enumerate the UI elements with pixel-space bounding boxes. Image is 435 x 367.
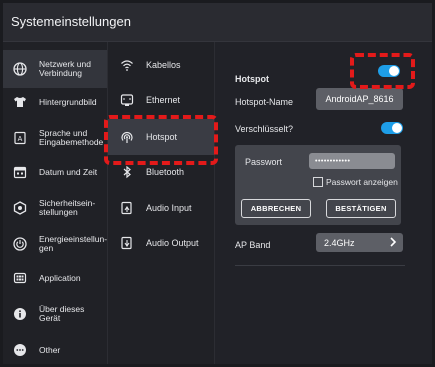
subnav-item-audio-output[interactable]: Audio Output xyxy=(108,228,214,258)
confirm-button[interactable]: BESTÄTIGEN xyxy=(326,199,396,218)
cancel-button[interactable]: ABBRECHEN xyxy=(241,199,311,218)
hotspot-name-value: AndroidAP_8616 xyxy=(325,94,394,104)
ap-band-value: 2.4GHz xyxy=(324,237,355,248)
subnav-item-label: Ethernet xyxy=(146,95,181,105)
calendar-icon xyxy=(13,165,27,179)
subnav-item-wireless[interactable]: Kabellos xyxy=(108,50,214,80)
nav-item-label: Other xyxy=(39,345,61,355)
nav-item-about[interactable]: Über dieses Gerät xyxy=(3,298,107,330)
toggle-highlight-box xyxy=(350,53,415,89)
nav-item-label: Application xyxy=(39,273,81,283)
password-input[interactable]: •••••••••••• xyxy=(309,153,395,169)
encrypted-toggle[interactable] xyxy=(381,122,403,134)
nav-item-label: Sicherheitsein- stellungen xyxy=(39,199,96,217)
hotspot-name-field[interactable]: AndroidAP_8616 xyxy=(316,88,403,110)
subnav-item-audio-input[interactable]: Audio Input xyxy=(108,193,214,223)
security-icon xyxy=(13,201,27,215)
subnav-item-label: Bluetooth xyxy=(146,167,185,177)
subnav-item-ethernet[interactable]: Ethernet xyxy=(108,85,214,115)
divider xyxy=(235,265,405,266)
apps-icon xyxy=(13,271,27,285)
info-icon xyxy=(13,307,27,321)
password-dialog: Passwort •••••••••••• Passwort anzeigen … xyxy=(235,145,401,225)
ap-band-label: AP Band xyxy=(235,240,271,250)
nav-item-label: Sprache und Eingabemethode xyxy=(39,129,104,147)
hotspot-highlight-box xyxy=(104,115,218,165)
password-value: •••••••••••• xyxy=(315,157,351,165)
show-password-checkbox[interactable] xyxy=(313,177,323,187)
nav-item-label: Datum und Zeit xyxy=(39,167,98,177)
subnav-item-label: Kabellos xyxy=(146,60,181,70)
main-nav: Netzwerk und Verbindung Hintergrundbild … xyxy=(3,42,108,364)
ap-band-select[interactable]: 2.4GHz xyxy=(316,233,403,252)
nav-item-security[interactable]: Sicherheitsein- stellungen xyxy=(3,190,107,226)
more-icon xyxy=(13,343,27,357)
nav-item-label: Energieeinstellun- gen xyxy=(39,235,107,253)
hotspot-panel: Hotspot Hotspot-Name AndroidAP_8616 Vers… xyxy=(215,42,432,364)
nav-item-label: Netzwerk und Verbindung xyxy=(39,60,91,78)
nav-item-label: Über dieses Gerät xyxy=(39,305,85,323)
encrypted-label: Verschlüsselt? xyxy=(235,124,294,134)
svg-text:A: A xyxy=(18,136,23,143)
nav-item-other[interactable]: Other xyxy=(3,334,107,364)
wifi-icon xyxy=(120,58,134,72)
bluetooth-icon xyxy=(120,165,134,179)
chevron-right-icon xyxy=(389,237,397,249)
nav-item-label: Hintergrundbild xyxy=(39,97,97,107)
nav-item-wallpaper[interactable]: Hintergrundbild xyxy=(3,86,107,118)
network-subnav: Kabellos Ethernet Hotspot Bluetooth Audi… xyxy=(108,42,215,364)
nav-item-datetime[interactable]: Datum und Zeit xyxy=(3,156,107,188)
subnav-item-label: Audio Output xyxy=(146,238,199,248)
password-label: Passwort xyxy=(245,157,283,167)
show-password-label: Passwort anzeigen xyxy=(326,177,398,187)
nav-item-power[interactable]: Energieeinstellun- gen xyxy=(3,226,107,262)
subnav-item-label: Audio Input xyxy=(146,203,192,213)
nav-item-network[interactable]: Netzwerk und Verbindung xyxy=(3,50,107,88)
window-title: Systemeinstellungen xyxy=(11,14,131,29)
nav-item-language[interactable]: A Sprache und Eingabemethode xyxy=(3,120,107,156)
settings-window: Systemeinstellungen Netzwerk und Verbind… xyxy=(3,3,432,364)
globe-icon xyxy=(13,62,27,76)
keyboard-a-icon: A xyxy=(13,131,27,145)
audio-output-icon xyxy=(120,236,134,250)
hotspot-name-label: Hotspot-Name xyxy=(235,97,294,107)
title-bar: Systemeinstellungen xyxy=(3,3,432,42)
nav-item-application[interactable]: Application xyxy=(3,262,107,294)
ethernet-icon xyxy=(120,93,134,107)
power-icon xyxy=(13,237,27,251)
hotspot-title: Hotspot xyxy=(235,74,269,84)
audio-input-icon xyxy=(120,201,134,215)
shirt-icon xyxy=(13,95,27,109)
